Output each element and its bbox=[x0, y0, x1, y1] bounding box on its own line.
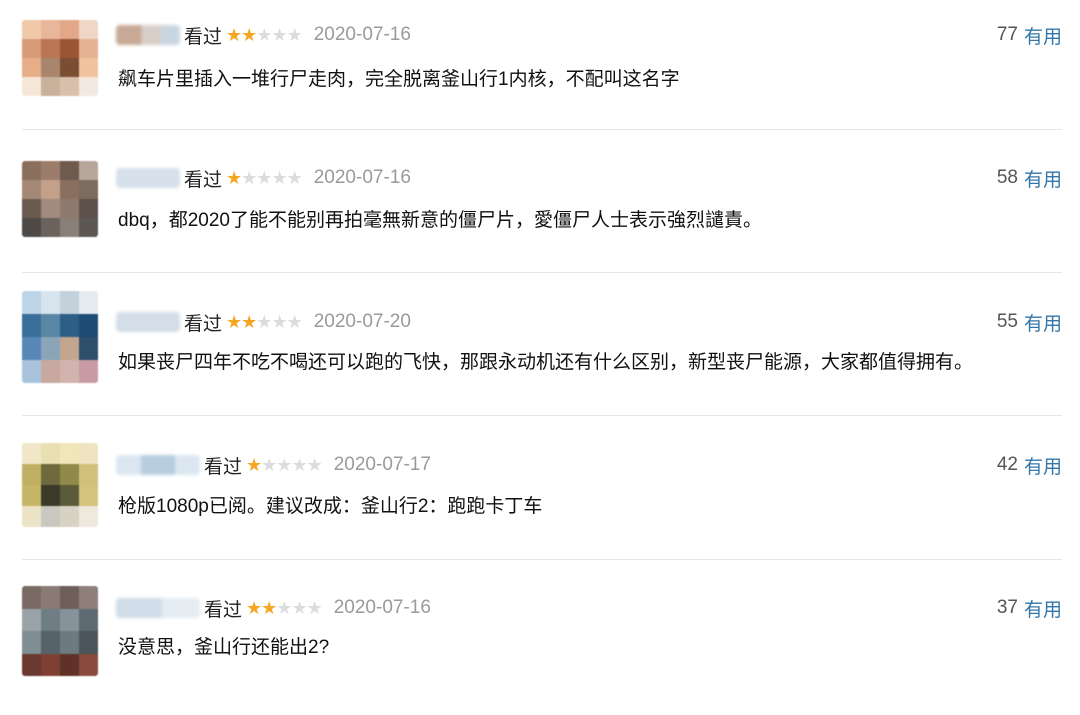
rating-stars: ★ ★ ★ ★ ★ bbox=[246, 454, 323, 476]
useful-button[interactable]: 有用 bbox=[1024, 165, 1062, 192]
useful-button[interactable]: 有用 bbox=[1024, 452, 1062, 479]
vote-count: 55 bbox=[996, 311, 1018, 332]
star-icon: ★ bbox=[286, 167, 303, 188]
star-icon: ★ bbox=[286, 24, 303, 45]
star-icon: ★ bbox=[226, 167, 242, 188]
comment-date: 2020-07-17 bbox=[333, 454, 431, 475]
watch-status: 看过 bbox=[204, 456, 243, 478]
star-icon: ★ bbox=[246, 597, 262, 618]
star-icon: ★ bbox=[286, 311, 303, 332]
watch-status: 看过 bbox=[184, 169, 223, 191]
rating-stars: ★ ★ ★ ★ ★ bbox=[246, 597, 323, 619]
star-icon: ★ bbox=[241, 24, 257, 45]
vote-count: 42 bbox=[996, 454, 1018, 475]
watch-status: 看过 bbox=[184, 26, 223, 48]
star-icon: ★ bbox=[241, 311, 257, 332]
username-blurred[interactable] bbox=[116, 455, 200, 475]
comment-date: 2020-07-16 bbox=[313, 167, 411, 188]
username-blurred[interactable] bbox=[116, 598, 200, 618]
comment-date: 2020-07-20 bbox=[313, 311, 411, 332]
avatar[interactable] bbox=[22, 586, 98, 676]
comment-date: 2020-07-16 bbox=[333, 597, 431, 618]
useful-button[interactable]: 有用 bbox=[1024, 22, 1062, 49]
vote-area: 42 有用 bbox=[997, 450, 1062, 480]
divider bbox=[22, 129, 1062, 130]
watch-status: 看过 bbox=[204, 599, 243, 621]
star-icon: ★ bbox=[306, 454, 323, 475]
comment-header: 看过 ★ ★ ★ ★ ★ 2020-07-16 bbox=[116, 20, 411, 50]
rating-stars: ★ ★ ★ ★ ★ bbox=[226, 24, 303, 46]
username-blurred[interactable] bbox=[116, 312, 180, 332]
comment-header: 看过 ★ ★ ★ ★ ★ 2020-07-16 bbox=[116, 593, 431, 623]
divider bbox=[22, 559, 1062, 560]
star-icon: ★ bbox=[256, 311, 272, 332]
avatar[interactable] bbox=[22, 20, 98, 96]
avatar[interactable] bbox=[22, 443, 98, 527]
star-icon: ★ bbox=[271, 311, 287, 332]
vote-area: 58 有用 bbox=[997, 163, 1062, 193]
star-icon: ★ bbox=[291, 597, 307, 618]
star-icon: ★ bbox=[306, 597, 323, 618]
comment-item: 看过 ★ ★ ★ ★ ★ 2020-07-17 42 有用 枪版1080p已阅。建议改成… bbox=[0, 429, 1080, 572]
comment-header: 看过 ★ ★ ★ ★ ★ 2020-07-20 bbox=[116, 307, 411, 337]
divider bbox=[22, 272, 1062, 273]
username-blurred[interactable] bbox=[116, 168, 180, 188]
star-icon: ★ bbox=[246, 454, 262, 475]
rating-stars: ★ ★ ★ ★ ★ bbox=[226, 311, 303, 333]
comment-text: 枪版1080p已阅。建议改成：釜山行2：跑跑卡丁车 bbox=[118, 496, 543, 517]
comment-text: 飙车片里插入一堆行尸走肉，完全脱离釜山行1内核，不配叫这名字 bbox=[118, 69, 680, 90]
username-blurred[interactable] bbox=[116, 25, 180, 45]
watch-status: 看过 bbox=[184, 313, 223, 335]
divider bbox=[22, 415, 1062, 416]
star-icon: ★ bbox=[226, 311, 242, 332]
comment-item: 看过 ★ ★ ★ ★ ★ 2020-07-16 58 有用 dbq，都2020了能不能别… bbox=[0, 143, 1080, 286]
vote-area: 77 有用 bbox=[997, 20, 1062, 50]
comment-date: 2020-07-16 bbox=[313, 24, 411, 45]
star-icon: ★ bbox=[276, 454, 292, 475]
comment-item: 看过 ★ ★ ★ ★ ★ 2020-07-20 55 有用 如果丧尸四年不吃不喝还可以跑… bbox=[0, 286, 1080, 429]
star-icon: ★ bbox=[241, 167, 257, 188]
star-icon: ★ bbox=[256, 24, 272, 45]
star-icon: ★ bbox=[276, 597, 292, 618]
star-icon: ★ bbox=[261, 454, 277, 475]
comment-item: 看过 ★ ★ ★ ★ ★ 2020-07-16 37 有用 没意思，釜山行还能出2? bbox=[0, 572, 1080, 715]
vote-area: 55 有用 bbox=[997, 307, 1062, 337]
vote-count: 37 bbox=[996, 597, 1018, 618]
comment-text: 没意思，釜山行还能出2? bbox=[118, 637, 330, 658]
comment-item: 看过 ★ ★ ★ ★ ★ 2020-07-16 77 有用 飙车片里插入一堆行尸走肉，完… bbox=[0, 0, 1080, 143]
star-icon: ★ bbox=[271, 24, 287, 45]
comment-text: dbq，都2020了能不能别再拍毫無新意的僵尸片，愛僵尸人士表示強烈譴責。 bbox=[118, 210, 762, 231]
star-icon: ★ bbox=[256, 167, 272, 188]
star-icon: ★ bbox=[291, 454, 307, 475]
useful-button[interactable]: 有用 bbox=[1024, 595, 1062, 622]
useful-button[interactable]: 有用 bbox=[1024, 309, 1062, 336]
avatar[interactable] bbox=[22, 291, 98, 383]
vote-area: 37 有用 bbox=[997, 593, 1062, 623]
avatar[interactable] bbox=[22, 161, 98, 237]
star-icon: ★ bbox=[261, 597, 277, 618]
star-icon: ★ bbox=[226, 24, 242, 45]
comment-header: 看过 ★ ★ ★ ★ ★ 2020-07-17 bbox=[116, 450, 431, 480]
rating-stars: ★ ★ ★ ★ ★ bbox=[226, 167, 303, 189]
star-icon: ★ bbox=[271, 167, 287, 188]
comment-header: 看过 ★ ★ ★ ★ ★ 2020-07-16 bbox=[116, 163, 411, 193]
vote-count: 58 bbox=[996, 167, 1018, 188]
vote-count: 77 bbox=[996, 24, 1018, 45]
comment-text: 如果丧尸四年不吃不喝还可以跑的飞快，那跟永动机还有什么区别，新型丧尸能源，大家都… bbox=[118, 352, 974, 373]
